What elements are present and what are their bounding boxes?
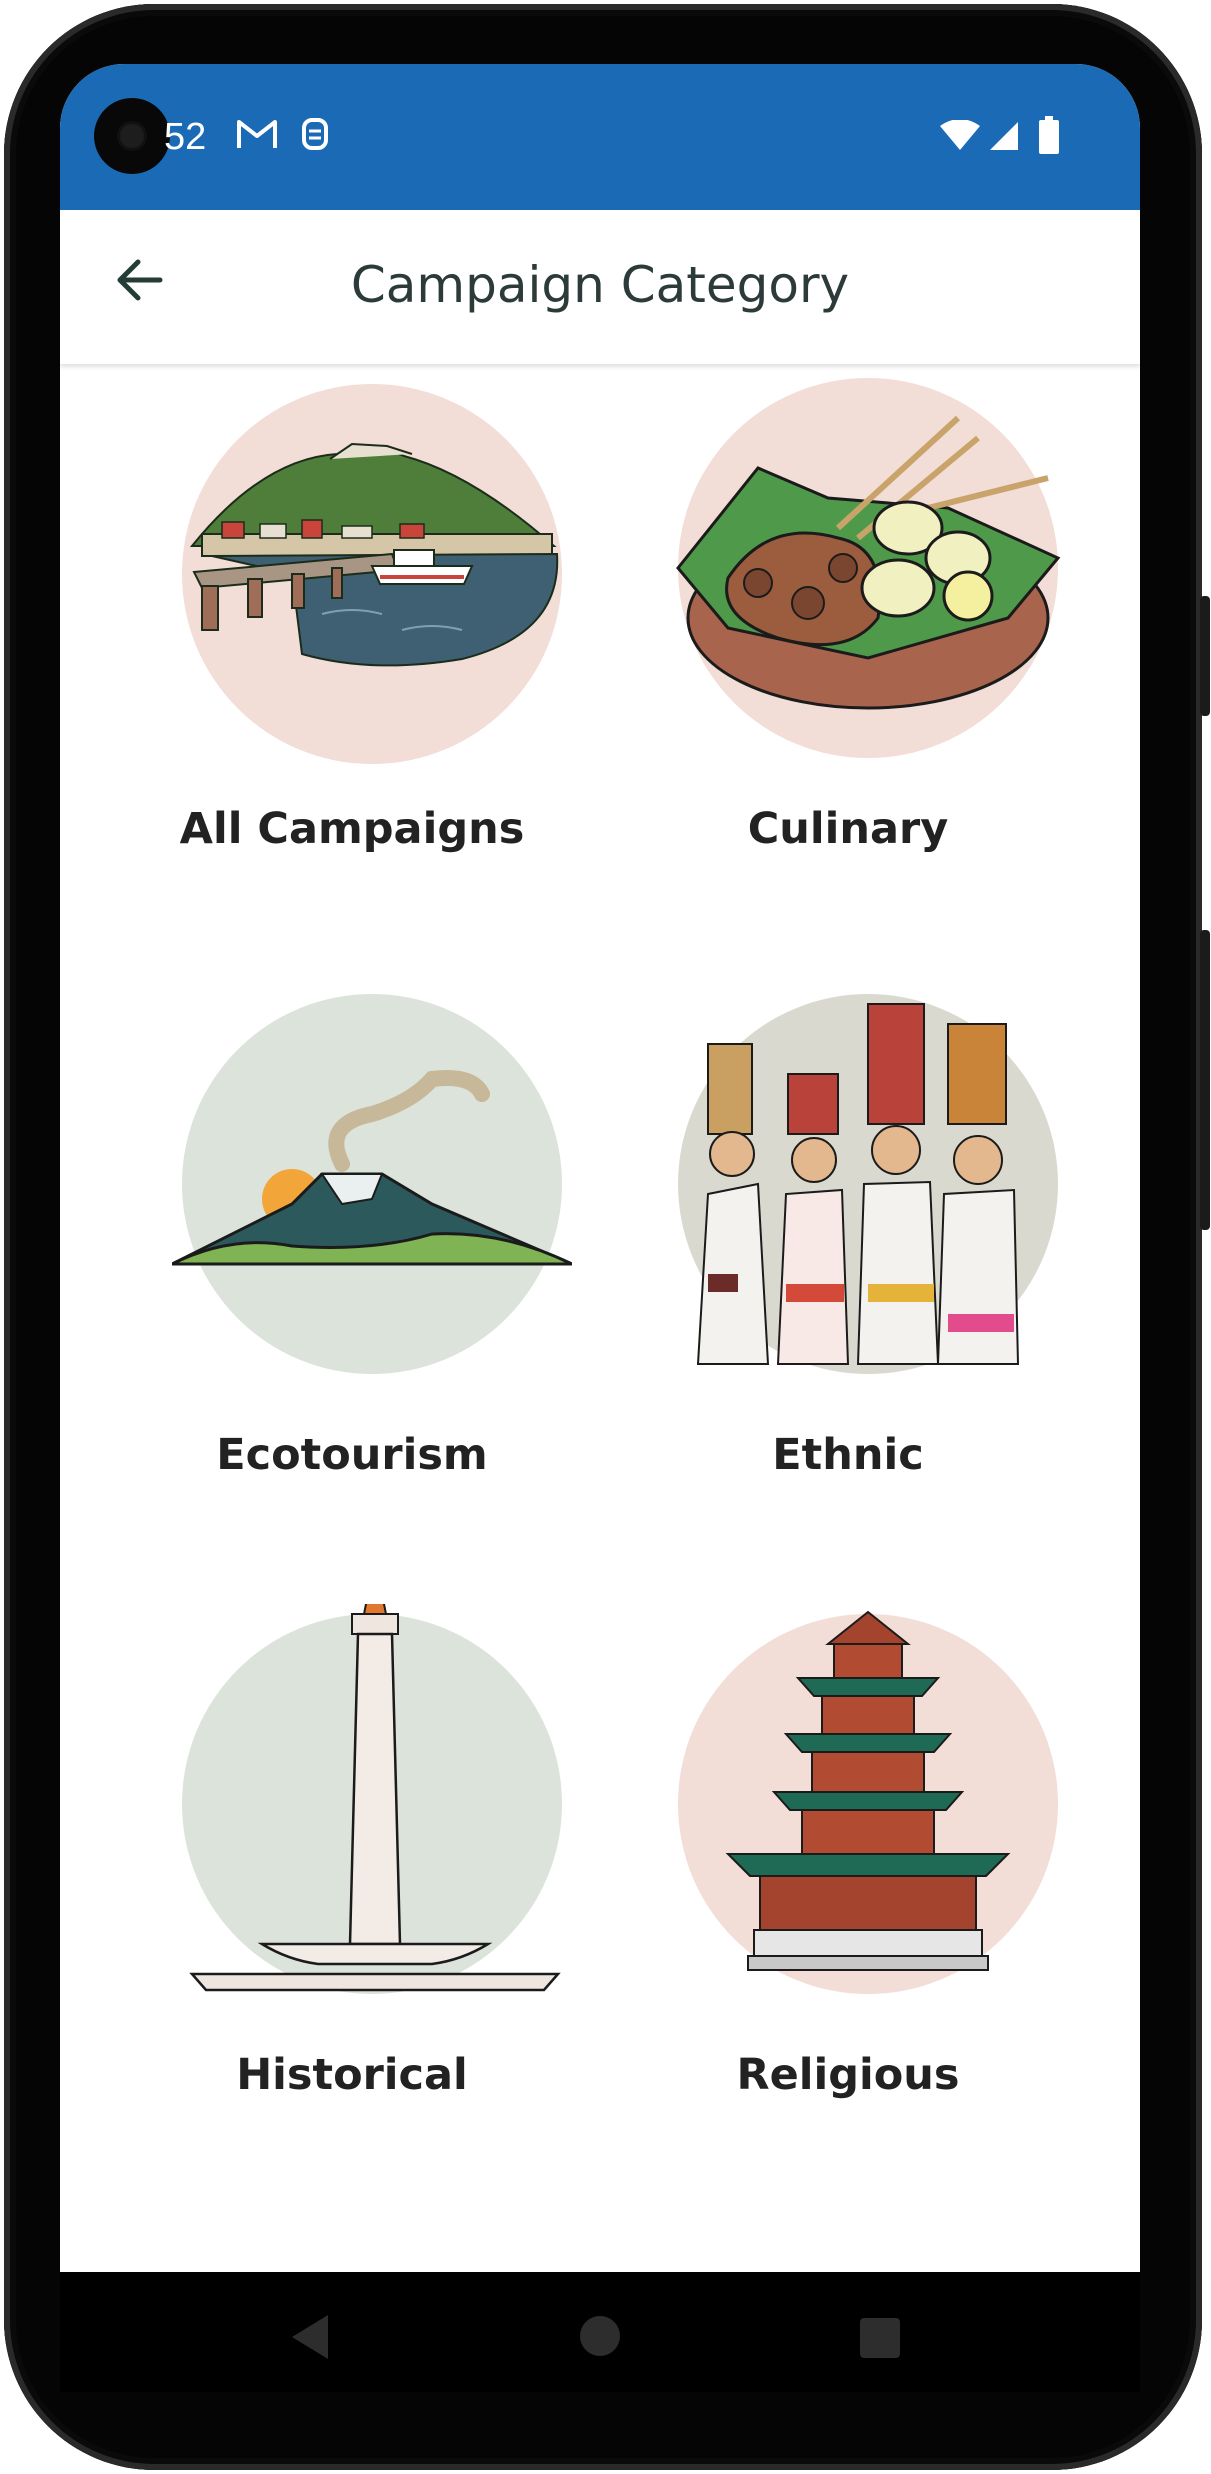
power-button: [1200, 930, 1210, 1230]
category-label: Religious: [736, 2050, 960, 2100]
category-label: Ecotourism: [216, 1430, 488, 1480]
volcano-illustration: [172, 994, 572, 1374]
category-label: Ethnic: [772, 1430, 924, 1480]
harbor-illustration: [182, 384, 562, 764]
category-card-ethnic[interactable]: Ethnic: [598, 984, 1098, 1544]
ethnic-dancers-illustration: [678, 994, 1058, 1374]
gmail-icon: [237, 120, 277, 148]
cellular-icon: [990, 122, 1018, 150]
category-label: Culinary: [747, 804, 949, 854]
front-camera: [94, 98, 170, 174]
page-title: Campaign Category: [350, 256, 850, 314]
screen: 52 Campaign Category All Campaigns Culin…: [60, 64, 1140, 2272]
wifi-icon: [940, 120, 980, 150]
category-card-religious[interactable]: Religious: [598, 1604, 1098, 2164]
category-card-all-campaigns[interactable]: All Campaigns: [102, 364, 602, 924]
app-bar: Campaign Category: [60, 210, 1140, 364]
security-icon: [302, 118, 328, 150]
nav-back-icon[interactable]: [292, 2315, 328, 2359]
category-label: All Campaigns: [179, 804, 525, 854]
satay-illustration: [676, 378, 1061, 758]
category-card-ecotourism[interactable]: Ecotourism: [102, 984, 602, 1544]
monument-illustration: [182, 1604, 562, 1994]
status-time: 52: [164, 116, 207, 158]
battery-icon: [1039, 116, 1059, 154]
nav-recents-icon[interactable]: [860, 2318, 900, 2358]
category-card-culinary[interactable]: Culinary: [598, 364, 1098, 924]
category-card-historical[interactable]: Historical: [102, 1604, 602, 2164]
nav-home-icon[interactable]: [580, 2316, 620, 2356]
category-label: Historical: [236, 2050, 468, 2100]
phone-frame: 52 Campaign Category All Campaigns Culin…: [0, 0, 1211, 2474]
status-bar: 52: [60, 64, 1140, 210]
pagoda-illustration: [678, 1610, 1058, 1994]
volume-button: [1200, 596, 1210, 716]
